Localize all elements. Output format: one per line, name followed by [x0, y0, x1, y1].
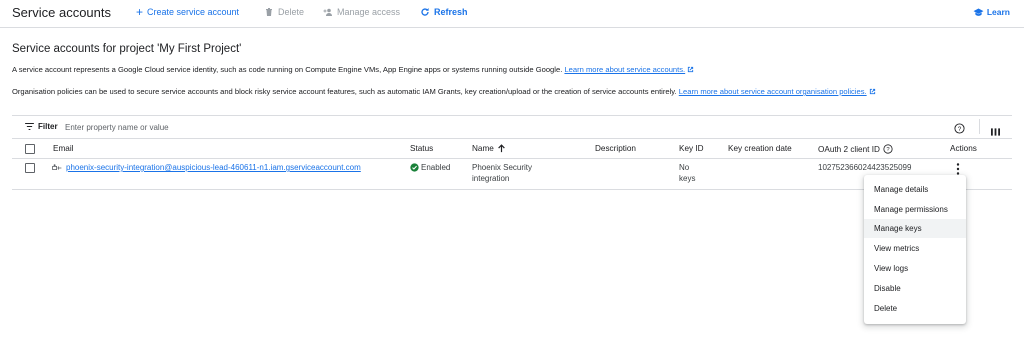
- help-icon[interactable]: ?: [954, 121, 965, 139]
- learn-more-org-policies-link[interactable]: Learn more about service account organis…: [679, 87, 867, 96]
- page-title: Service accounts: [12, 5, 111, 20]
- menu-item-disable[interactable]: Disable: [864, 279, 966, 298]
- trash-icon: [266, 8, 272, 16]
- sort-ascending-icon: [498, 144, 505, 153]
- svg-text:?: ?: [958, 126, 962, 133]
- key-id-cell: No keys: [679, 163, 696, 183]
- external-link-icon: [688, 66, 694, 73]
- svg-text:?: ?: [886, 147, 890, 153]
- add-person-icon: [323, 8, 332, 16]
- column-header-oauth-client-id[interactable]: OAuth 2 client ID ?: [818, 144, 893, 154]
- select-all-checkbox[interactable]: [25, 144, 35, 154]
- learn-button[interactable]: Learn: [973, 7, 1010, 17]
- menu-item-delete[interactable]: Delete: [864, 299, 966, 318]
- plus-icon: +: [136, 5, 144, 19]
- menu-item-manage-details[interactable]: Manage details: [864, 180, 966, 199]
- menu-item-manage-keys[interactable]: Manage keys: [864, 219, 966, 238]
- external-link-icon: [869, 88, 875, 95]
- status-cell: Enabled: [410, 162, 450, 173]
- column-header-key-id[interactable]: Key ID: [679, 144, 704, 153]
- divider: [979, 119, 980, 134]
- filter-bar: Filter ?: [12, 115, 1012, 139]
- column-header-email[interactable]: Email: [53, 144, 73, 153]
- menu-item-view-metrics[interactable]: View metrics: [864, 239, 966, 258]
- service-account-email-link[interactable]: phoenix-security-integration@auspicious-…: [66, 162, 361, 173]
- row-checkbox[interactable]: [25, 163, 35, 173]
- learn-more-service-accounts-link[interactable]: Learn more about service accounts.: [564, 65, 685, 74]
- help-icon[interactable]: ?: [883, 144, 893, 154]
- menu-item-manage-permissions[interactable]: Manage permissions: [864, 200, 966, 219]
- column-header-key-creation-date[interactable]: Key creation date: [728, 144, 792, 153]
- service-account-icon: [52, 163, 62, 170]
- menu-item-view-logs[interactable]: View logs: [864, 259, 966, 278]
- more-vert-icon: [956, 163, 960, 175]
- delete-button[interactable]: Delete: [264, 7, 304, 17]
- refresh-button[interactable]: Refresh: [420, 7, 468, 17]
- school-icon: [973, 7, 984, 16]
- column-header-name[interactable]: Name: [472, 144, 506, 153]
- org-policy-description: Organisation policies can be used to sec…: [12, 87, 876, 96]
- table-header: Email Status Name Description Key ID Key…: [12, 139, 1012, 159]
- check-circle-icon: [410, 163, 419, 172]
- email-cell: phoenix-security-integration@auspicious-…: [52, 162, 361, 173]
- more-actions-button[interactable]: [953, 162, 963, 176]
- name-cell: Phoenix Security integration: [472, 163, 533, 183]
- refresh-icon: [421, 8, 429, 16]
- create-service-account-button[interactable]: + Create service account: [136, 5, 239, 19]
- filter-icon: [25, 123, 34, 130]
- oauth-client-id-cell: 102752366024423525099: [818, 163, 912, 172]
- manage-access-button[interactable]: Manage access: [323, 7, 400, 17]
- actions-menu: Manage details Manage permissions Manage…: [864, 175, 966, 324]
- column-header-description[interactable]: Description: [595, 144, 636, 153]
- filter-button[interactable]: Filter: [25, 122, 58, 131]
- section-title: Service accounts for project 'My First P…: [12, 43, 242, 55]
- column-header-actions: Actions: [950, 144, 977, 153]
- filter-input[interactable]: [65, 120, 465, 134]
- top-toolbar: Service accounts + Create service accoun…: [0, 0, 1024, 28]
- table-row: phoenix-security-integration@auspicious-…: [12, 159, 1012, 190]
- service-account-description: A service account represents a Google Cl…: [12, 65, 694, 74]
- column-header-status[interactable]: Status: [410, 144, 433, 153]
